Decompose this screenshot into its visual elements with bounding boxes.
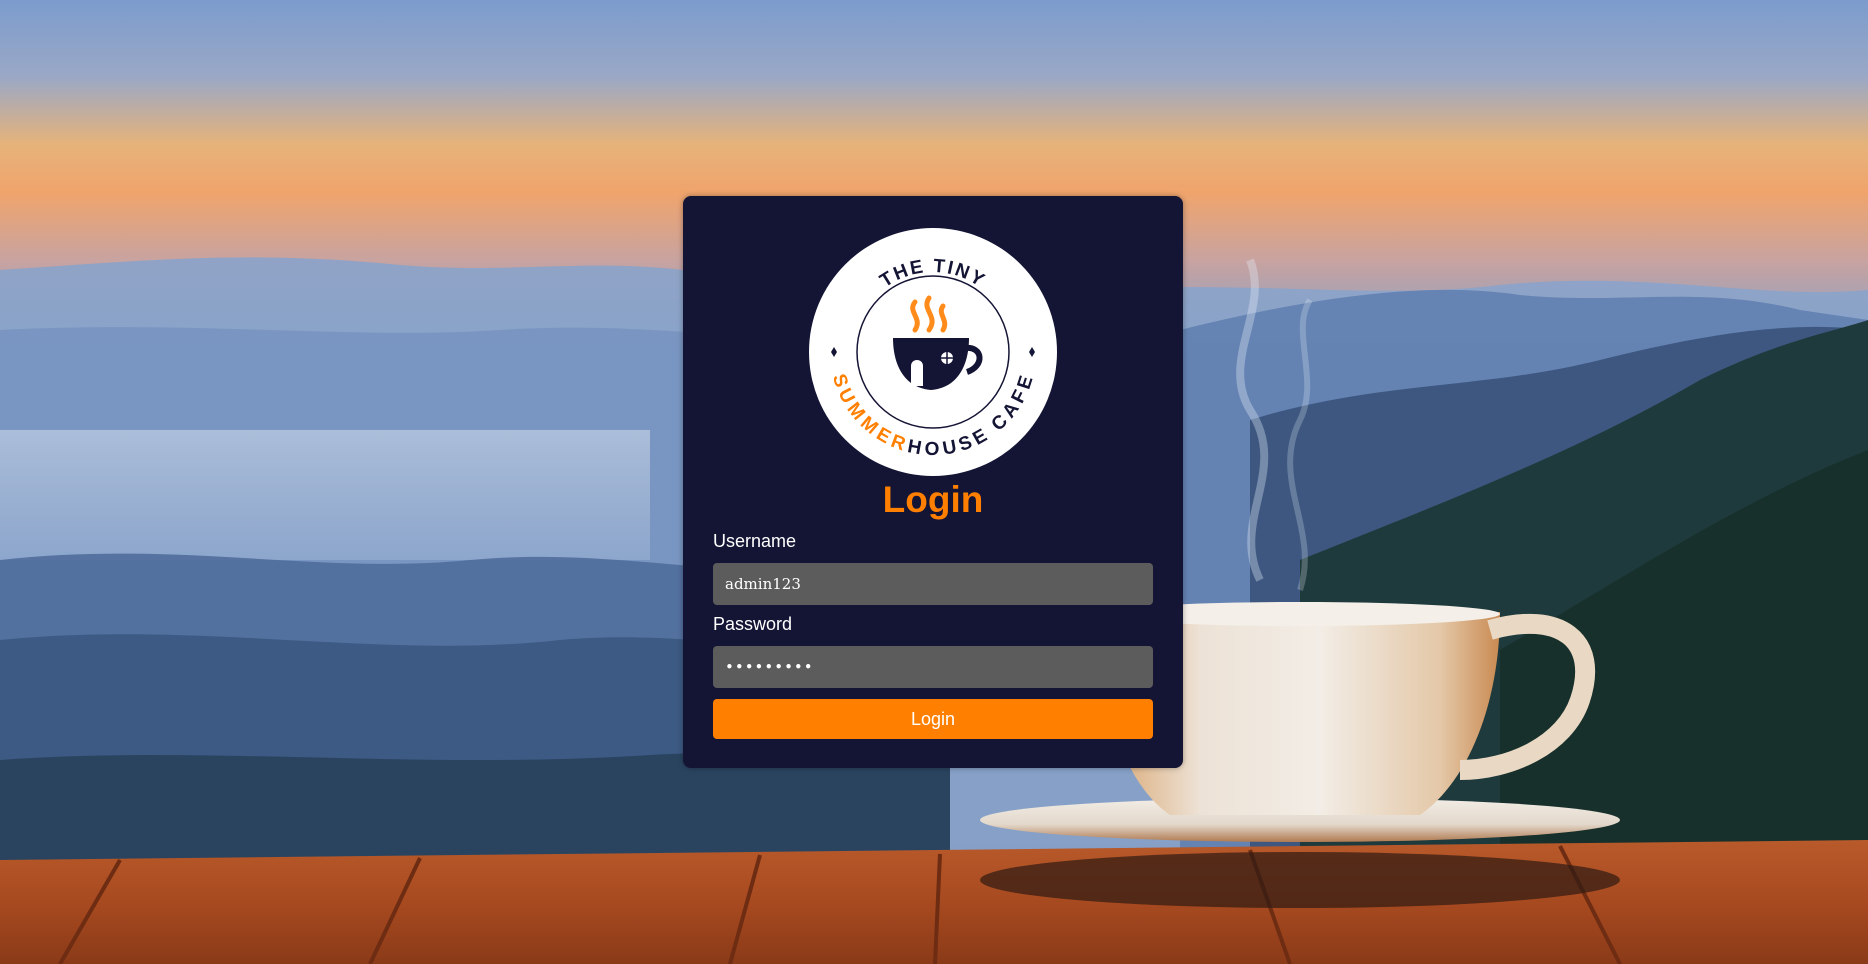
cafe-logo: THE TINY SUMMERHOUSE CAFE xyxy=(807,226,1059,478)
username-label: Username xyxy=(713,531,797,551)
login-page: THE TINY SUMMERHOUSE CAFE Login Username… xyxy=(0,0,1868,964)
login-title: Login xyxy=(882,479,984,520)
password-label: Password xyxy=(713,614,793,634)
login-card: THE TINY SUMMERHOUSE CAFE Login Username… xyxy=(683,196,1183,768)
password-input[interactable] xyxy=(713,646,1153,688)
login-button[interactable]: Login xyxy=(713,699,1153,739)
username-input[interactable] xyxy=(713,563,1153,605)
